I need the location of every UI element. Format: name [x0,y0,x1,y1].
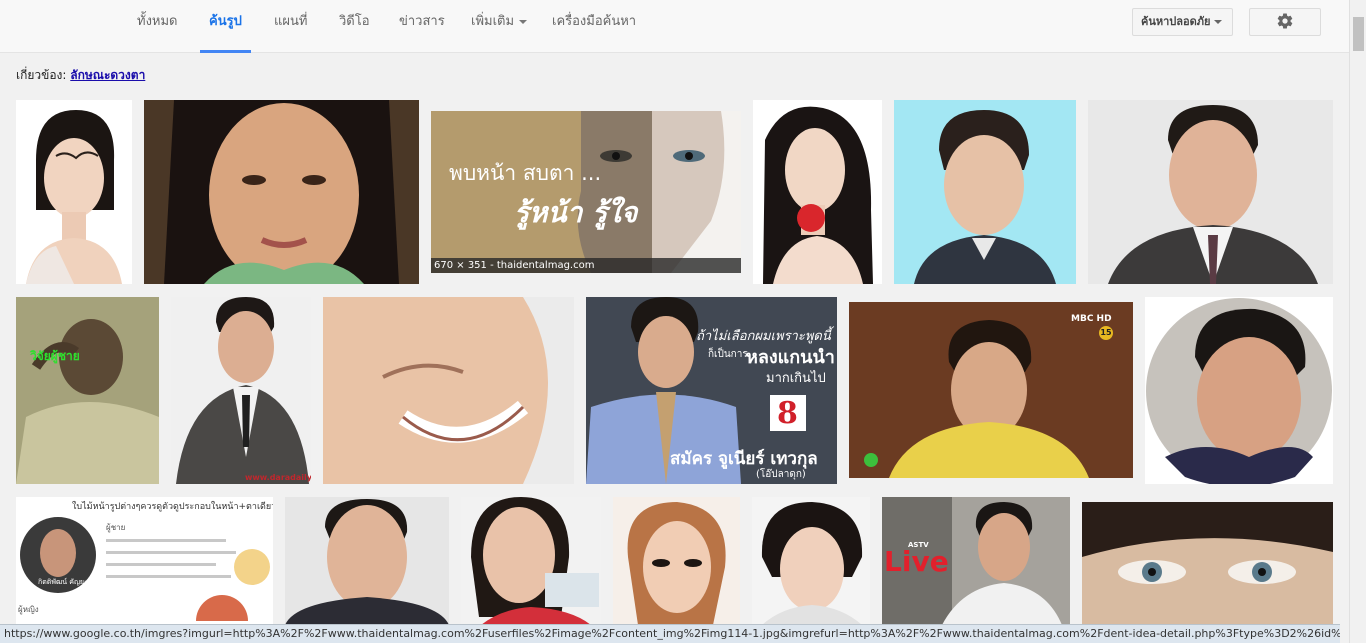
man-sleeping-photo [16,297,159,484]
top-navigation-bar: ทั้งหมด ค้นรูป แผนที่ วิดีโอ ข่าวสาร เพิ… [0,0,1366,53]
image-caption: 670 × 351 - thaidentalmag.com [431,258,741,273]
image-result-1[interactable] [16,100,132,284]
tab-maps[interactable]: แผนที่ [274,0,307,53]
live-badge: Live [884,545,949,578]
poster-quote-2: ก็เป็นการ [708,349,748,360]
related-label: เกี่ยวข้อง: [16,68,67,82]
image-result-11[interactable]: MBC HD 15 [849,302,1133,478]
woman-closeup-photo [144,100,419,284]
tab-search-tools[interactable]: เครื่องมือค้นหา [552,0,636,53]
image-watermark: www.daradaily.co.th [245,473,311,482]
tab-more-label: เพิ่มเติม [471,14,515,29]
image-result-16[interactable] [613,497,740,625]
smiling-man-photo [323,297,574,484]
safesearch-button[interactable]: ค้นหาปลอดภัย [1132,8,1233,36]
man-portrait-photo [894,100,1076,284]
drama-scene-photo [849,302,1133,478]
tab-all[interactable]: ทั้งหมด [137,0,178,53]
man-suit-photo [1088,100,1333,284]
image-result-4[interactable] [753,100,882,284]
tab-videos[interactable]: วิดีโอ [339,0,370,53]
poster-number: 8 [777,396,798,431]
image-headline-2: รู้หน้า รู้ใจ [514,196,638,229]
man-circle-portrait [1146,298,1332,484]
chevron-down-icon [519,19,528,24]
image-result-13[interactable]: ใบไม้หน้ารูปต่างๆควรดูตัวดูประกอบในหน้า+… [16,497,273,625]
portrait-woman-photo [26,110,122,284]
tab-more[interactable]: เพิ่มเติม [471,0,528,53]
article-footer: ผู้หญิง [18,605,39,614]
image-result-12[interactable] [1145,297,1333,484]
image-headline-1: พบหน้า สบตา ... [449,161,602,185]
image-result-17[interactable] [752,497,870,625]
settings-button[interactable] [1249,8,1321,36]
safesearch-label: ค้นหาปลอดภัย [1141,15,1211,28]
age-rating: 15 [1099,326,1113,340]
image-result-9[interactable] [323,297,574,484]
image-result-5[interactable] [894,100,1076,284]
woman-apple-photo [763,106,873,284]
tab-news[interactable]: ข่าวสาร [399,0,445,53]
article-graphic [20,517,270,621]
chevron-down-icon [1214,20,1223,24]
image-result-14[interactable] [285,497,449,625]
status-bar-url: https://www.google.co.th/imgres?imgurl=h… [0,624,1340,643]
related-search: เกี่ยวข้อง: ลักษณะดวงตา [16,66,145,85]
image-overlay-text: วิจัยผู้ชาย [30,349,80,363]
image-result-15[interactable] [461,497,601,625]
image-result-8[interactable]: www.daradaily.co.th [171,297,311,484]
poster-nickname: (โอ๊ปลาดุก) [756,469,806,480]
image-result-10[interactable]: ถ้าไม่เลือกผมเพราะพูดนี้ ก็เป็นการ หลงแก… [586,297,837,484]
channel-logo: MBC HD [1071,314,1112,324]
woman-selfie-photo [461,497,601,625]
image-result-18[interactable]: ASTV Live [882,497,1070,625]
scrollbar-thumb[interactable] [1353,17,1364,51]
eye-closeup-photo [1082,502,1333,625]
man-suit-photo [171,297,311,484]
woman-makeup-photo [613,497,740,625]
related-link[interactable]: ลักษณะดวงตา [70,68,145,82]
image-result-3[interactable]: พบหน้า สบตา ... รู้หน้า รู้ใจ 670 × 351 … [431,111,741,273]
man-portrait-photo [285,497,449,625]
tab-images[interactable]: ค้นรูป [200,0,251,53]
image-result-6[interactable] [1088,100,1333,284]
scrollbar[interactable] [1349,0,1366,643]
gear-icon [1277,13,1293,29]
short-hair-woman-photo [752,497,870,625]
poster-quote-4: มากเกินไป [766,371,826,386]
image-result-2[interactable] [144,100,419,284]
article-name-label: กิตติพัฒน์ คัญยะ [38,578,88,586]
image-result-7[interactable]: วิจัยผู้ชาย [16,297,159,484]
image-result-19[interactable] [1082,502,1333,625]
